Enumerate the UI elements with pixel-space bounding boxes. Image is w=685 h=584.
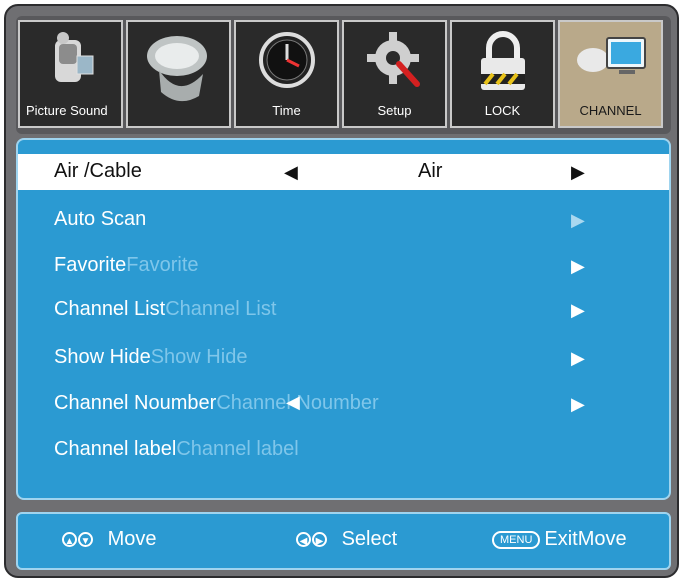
speaker-icon [146, 36, 207, 102]
tab-setup[interactable]: Setup [342, 20, 447, 128]
menu-item-label: Channel Noumber [54, 392, 217, 414]
right-arrow-icon: ▶ [312, 532, 327, 548]
tab-label: Setup [377, 103, 412, 118]
menu-item-ghost-label: Show Hide [150, 346, 248, 368]
menu-row-air-cable[interactable]: Air /Cable ◀ Air ▶ [18, 154, 669, 190]
footer-hint-bar: ▲ ▼ Move ◀ ▶ Select MENU ExitMove [16, 512, 671, 570]
hint-label: Move [107, 528, 157, 550]
arrow-right-icon[interactable]: ▶ [571, 348, 585, 369]
menu-item-label: Favorite [54, 254, 127, 276]
menu-row-favorite[interactable]: FavoriteFavorite ▶ [18, 248, 669, 284]
tab-label: Picture Sound [26, 103, 108, 118]
satellite-computer-icon [576, 37, 646, 74]
tab-bar: Picture Sound Time Setup LOCK CHANNEL [16, 16, 671, 134]
menu-item-value: Air [418, 160, 443, 182]
hint-exit: MENU ExitMove [492, 528, 627, 551]
tab-picture[interactable]: Picture Sound [18, 20, 123, 128]
menu-item-ghost-label: Channel List [165, 298, 277, 320]
left-arrow-icon: ◀ [296, 532, 311, 548]
arrow-left-icon[interactable]: ◀ [284, 162, 298, 183]
up-arrow-icon: ▲ [62, 532, 77, 548]
tab-label: Time [272, 103, 301, 118]
channel-menu-panel: Air /Cable ◀ Air ▶ Auto Scan ▶ FavoriteF… [16, 138, 671, 500]
tab-time[interactable]: Time [234, 20, 339, 128]
clock-icon [258, 32, 315, 88]
arrow-right-icon[interactable]: ▶ [571, 162, 585, 183]
menu-item-label: Channel label [54, 438, 177, 460]
menu-item-label: Auto Scan [54, 208, 147, 230]
arrow-left-icon[interactable]: ◀ [286, 392, 300, 413]
down-arrow-icon: ▼ [78, 532, 93, 548]
menu-item-ghost-label: Channel label [176, 438, 299, 460]
hint-move: ▲ ▼ Move [62, 528, 156, 551]
arrow-right-icon[interactable]: ▶ [571, 394, 585, 415]
menu-item-label: Air /Cable [54, 160, 142, 182]
hint-select: ◀ ▶ Select [296, 528, 397, 551]
tab-sound[interactable] [126, 20, 231, 128]
hint-label: ExitMove [544, 528, 627, 550]
menu-item-ghost-label: Favorite [126, 254, 199, 276]
tab-channel[interactable]: CHANNEL [558, 20, 663, 128]
menu-item-label: Channel List [54, 298, 166, 320]
tv-menu-frame: Picture Sound Time Setup LOCK CHANNEL Ai… [4, 4, 679, 578]
arrow-right-icon[interactable]: ▶ [571, 256, 585, 277]
menu-row-channel-noumber[interactable]: Channel NoumberChannel Noumber ◀ ▶ [18, 386, 669, 422]
menu-item-label: Show Hide [54, 346, 151, 368]
menu-key-icon: MENU [492, 530, 541, 549]
tab-label: CHANNEL [579, 103, 642, 118]
tab-lock[interactable]: LOCK [450, 20, 555, 128]
menu-row-channel-label[interactable]: Channel labelChannel label [18, 432, 669, 468]
menu-row-show-hide[interactable]: Show HideShow Hide ▶ [18, 340, 669, 376]
arrow-right-icon[interactable]: ▶ [571, 210, 585, 231]
menu-row-auto-scan[interactable]: Auto Scan ▶ [18, 202, 669, 238]
menu-row-channel-list[interactable]: Channel ListChannel List ▶ [18, 292, 669, 328]
tab-label: LOCK [484, 103, 521, 118]
gear-wrench-icon [366, 32, 420, 87]
hint-label: Select [341, 528, 398, 550]
padlock-icon [480, 31, 525, 90]
camcorder-icon [54, 32, 93, 82]
arrow-right-icon[interactable]: ▶ [571, 300, 585, 321]
